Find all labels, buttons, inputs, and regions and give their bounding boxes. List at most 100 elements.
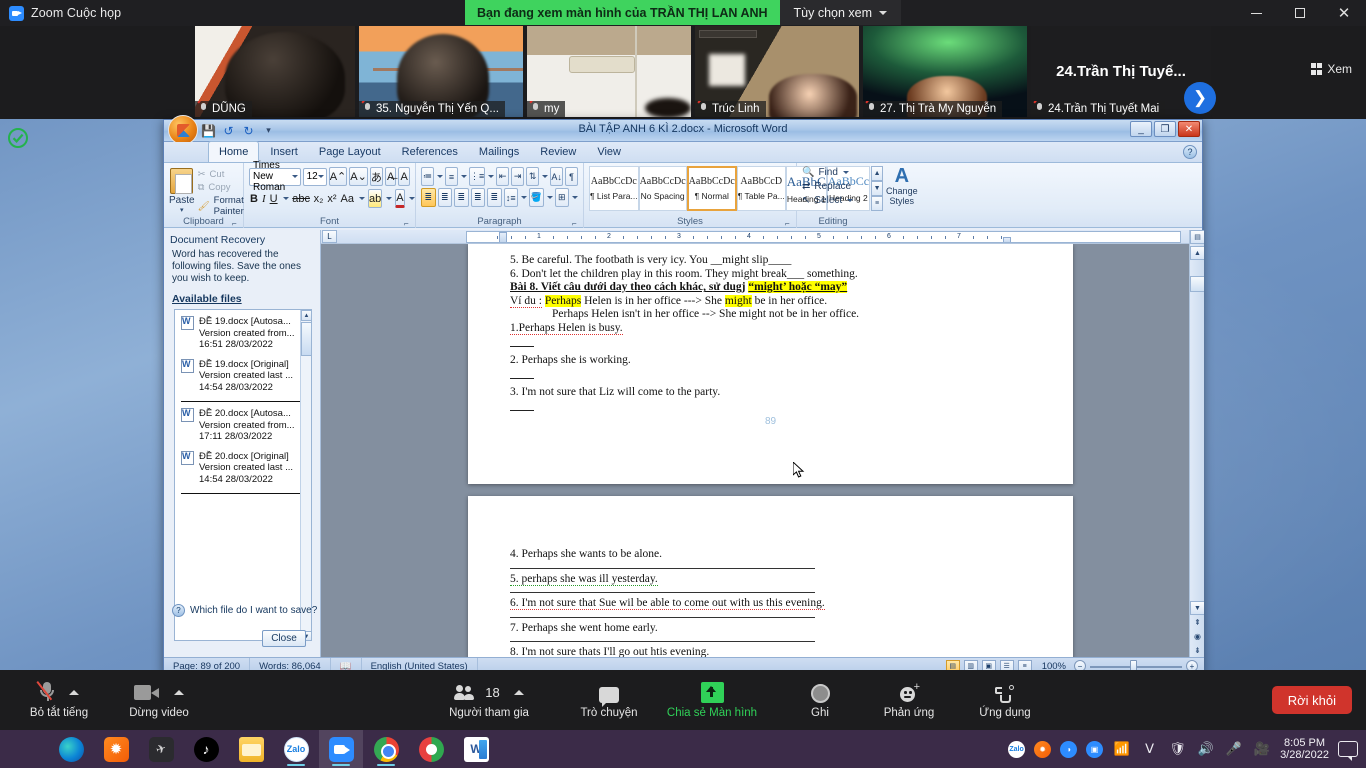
font-name-input[interactable]: Times New Roman: [249, 160, 301, 193]
underline-icon[interactable]: U: [269, 189, 279, 208]
document-vertical-scrollbar[interactable]: ▤ ▲ ▼ ⇞ ◉ ⇟: [1189, 230, 1204, 657]
tab-view[interactable]: View: [587, 142, 631, 162]
doc-split-icon[interactable]: ▤: [1190, 230, 1204, 244]
chat-button[interactable]: Trò chuyện: [570, 672, 648, 728]
chevron-down-icon[interactable]: [384, 189, 393, 208]
clipboard-dialog-launcher-icon[interactable]: ⌐: [232, 219, 240, 228]
participant-tile[interactable]: DŨNG: [195, 26, 355, 117]
chevron-down-icon[interactable]: [281, 189, 290, 208]
chevron-down-icon[interactable]: [488, 175, 495, 178]
participant-tile[interactable]: 27. Thị Trà My Nguyễn: [863, 26, 1027, 117]
taskbar-dark-app[interactable]: [139, 730, 183, 768]
leave-meeting-button[interactable]: Rời khỏi: [1271, 686, 1352, 714]
tab-stop-selector[interactable]: L: [322, 230, 337, 243]
v-icon[interactable]: Ⅴ: [1140, 740, 1159, 759]
align-center-icon[interactable]: ≣: [437, 188, 452, 207]
blue-tray-icon[interactable]: ◑: [1060, 740, 1078, 758]
next-page-icon[interactable]: ⇟: [1190, 643, 1204, 657]
font-color-icon[interactable]: A: [395, 189, 405, 208]
clear-formatting-icon[interactable]: A̶: [384, 167, 397, 186]
word-minimize-button[interactable]: _: [1130, 121, 1152, 137]
style-normal[interactable]: AaBbCcDc ¶ Normal: [686, 166, 737, 211]
font-size-input[interactable]: 12: [302, 167, 327, 186]
mic-icon[interactable]: 🎤: [1224, 740, 1243, 759]
replace-button[interactable]: ⇄ Replace: [802, 181, 864, 192]
right-indent-marker[interactable]: [1003, 237, 1011, 242]
tab-mailings[interactable]: Mailings: [469, 142, 529, 162]
style-no-spacing[interactable]: AaBbCcDc No Spacing: [638, 166, 687, 211]
share-screen-button[interactable]: Chia sẻ Màn hình: [662, 672, 762, 728]
sort-icon[interactable]: ⇅: [526, 167, 540, 186]
style-table-paragraph[interactable]: AaBbCcD ¶ Table Pa...: [736, 166, 786, 211]
chevron-down-icon[interactable]: [521, 196, 527, 199]
chevron-down-icon[interactable]: [572, 196, 578, 199]
participant-tile[interactable]: my: [527, 26, 691, 117]
select-button[interactable]: ↖ Select: [802, 195, 864, 206]
left-indent-marker[interactable]: [499, 232, 507, 242]
bold-icon[interactable]: B: [249, 189, 259, 208]
sun-tray-icon[interactable]: ✹: [1034, 740, 1052, 758]
line-spacing-icon[interactable]: ↕≡: [503, 188, 518, 207]
reactions-button[interactable]: + Phản ứng: [874, 672, 944, 728]
styles-more-icon[interactable]: ≡: [871, 196, 884, 211]
distribute-icon[interactable]: ≣: [487, 188, 502, 207]
zalo-tray-icon[interactable]: Zalo: [1008, 740, 1026, 758]
style-list-paragraph[interactable]: AaBbCcDc ¶ List Para...: [589, 166, 639, 211]
select-browse-object-icon[interactable]: ◉: [1190, 629, 1204, 643]
cut-button[interactable]: ✂ Cut: [198, 169, 244, 180]
styles-scroll-down-icon[interactable]: ▼: [871, 181, 884, 196]
taskbar-word[interactable]: W: [454, 730, 498, 768]
tab-page-layout[interactable]: Page Layout: [309, 142, 391, 162]
taskbar-sun-app[interactable]: [94, 730, 138, 768]
chevron-down-icon[interactable]: [436, 175, 443, 178]
increase-indent-icon[interactable]: ⇥: [511, 167, 525, 186]
list-item[interactable]: ĐỀ 20.docx [Autosa... Version created fr…: [175, 402, 311, 445]
document-page-1[interactable]: 5. Be careful. The footbath is very icy.…: [468, 244, 1073, 484]
shrink-font-icon[interactable]: A⌄: [349, 167, 368, 186]
sort-az-icon[interactable]: A↓: [550, 167, 564, 186]
align-left-icon[interactable]: ≣: [421, 188, 436, 207]
participants-button[interactable]: 18 Người tham gia: [434, 672, 544, 728]
list-item[interactable]: ĐỀ 19.docx [Autosa... Version created fr…: [175, 310, 311, 353]
mute-button[interactable]: Bỏ tắt tiếng: [22, 672, 96, 728]
security-warning-icon[interactable]: 🛡: [1168, 740, 1187, 759]
numbering-icon[interactable]: ≡: [444, 167, 458, 186]
align-right-icon[interactable]: ≣: [454, 188, 469, 207]
chevron-down-icon[interactable]: [546, 196, 553, 199]
decrease-indent-icon[interactable]: ⇤: [496, 167, 510, 186]
styles-dialog-launcher-icon[interactable]: ⌐: [785, 219, 793, 228]
copy-button[interactable]: ⧉ Copy: [198, 182, 244, 193]
taskbar-zoom[interactable]: [319, 730, 363, 768]
change-styles-button[interactable]: A Change Styles: [886, 166, 918, 206]
taskbar-zalo[interactable]: Zalo: [274, 730, 318, 768]
view-options-button[interactable]: Tùy chọn xem: [779, 0, 902, 25]
format-painter-button[interactable]: 🖌 Format Painter: [198, 195, 244, 217]
shading-icon[interactable]: 🪣: [529, 188, 544, 207]
phonetic-guide-icon[interactable]: あ: [369, 167, 383, 186]
chevron-down-icon[interactable]: [407, 189, 416, 208]
help-icon[interactable]: ?: [1183, 145, 1197, 159]
subscript-icon[interactable]: x₂: [313, 189, 325, 208]
scrollbar-thumb[interactable]: [301, 322, 311, 356]
taskbar-file-explorer[interactable]: [229, 730, 273, 768]
minimize-button[interactable]: [1234, 0, 1278, 26]
taskbar-edge[interactable]: [49, 730, 93, 768]
justify-icon[interactable]: ≣: [470, 188, 485, 207]
volume-icon[interactable]: 🔊: [1196, 740, 1215, 759]
tab-insert[interactable]: Insert: [260, 142, 308, 162]
styles-scroll-up-icon[interactable]: ▲: [871, 166, 884, 181]
zoom-tray-icon[interactable]: ▣: [1086, 740, 1104, 758]
chevron-up-icon[interactable]: [513, 689, 524, 695]
superscript-icon[interactable]: x²: [326, 189, 337, 208]
chevron-down-icon[interactable]: [357, 189, 366, 208]
change-case-icon[interactable]: Aa: [340, 189, 355, 208]
start-button[interactable]: [4, 730, 48, 768]
paragraph-dialog-launcher-icon[interactable]: ⌐: [572, 219, 580, 228]
tab-references[interactable]: References: [392, 142, 468, 162]
previous-page-icon[interactable]: ⇞: [1190, 615, 1204, 629]
scroll-down-icon[interactable]: ▼: [1190, 601, 1204, 615]
multilevel-list-icon[interactable]: ⋮≡: [468, 167, 486, 186]
chevron-up-icon[interactable]: [174, 689, 184, 695]
strikethrough-icon[interactable]: abc: [292, 189, 311, 208]
horizontal-ruler[interactable]: 1 2 3 4 5 6 7: [466, 231, 1181, 243]
